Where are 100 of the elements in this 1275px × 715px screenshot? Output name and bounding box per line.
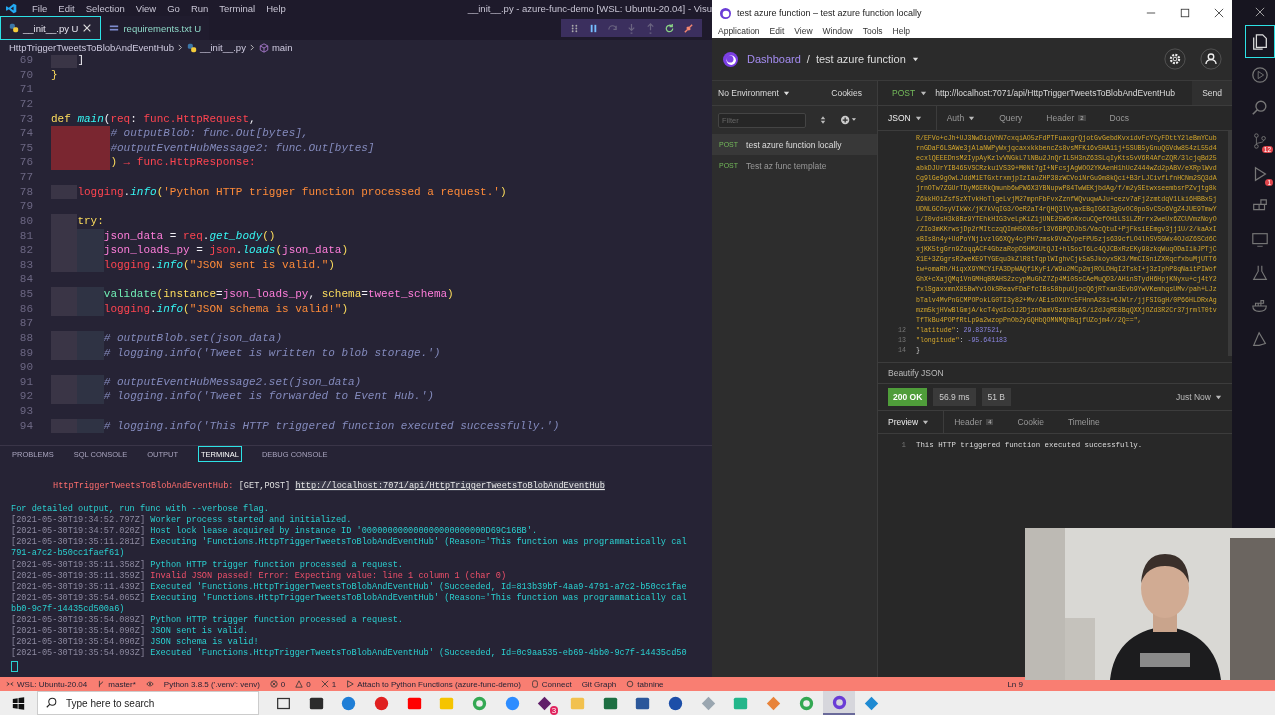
debug-icon: [346, 680, 355, 688]
time-badge: 56.9 ms: [933, 388, 976, 406]
add-icon[interactable]: [840, 115, 857, 125]
close-icon[interactable]: [1214, 8, 1224, 18]
menu-item[interactable]: Terminal: [219, 2, 256, 14]
window-title: test azure function – test azure function locally: [737, 8, 922, 18]
menu-item[interactable]: Help: [892, 26, 911, 36]
code-line: try:: [51, 213, 104, 229]
pause-icon[interactable]: [588, 22, 599, 34]
menu-item[interactable]: Selection: [85, 2, 125, 14]
menu-item[interactable]: Window: [822, 26, 853, 36]
status-item[interactable]: tabnine: [626, 679, 664, 689]
menu-item[interactable]: View: [135, 2, 157, 14]
code-line: validate(instance=json_loads_py, schema=tweet_schema): [51, 287, 454, 302]
status-item[interactable]: WSL: Ubuntu-20.04: [6, 679, 88, 689]
breadcrumb[interactable]: HttpTriggerTweetsToBlobAndEventHub: [9, 42, 174, 53]
code-line: logging.info("JSON sent is valid."): [51, 257, 335, 273]
line-number: 69: [18, 55, 34, 68]
log-message: Python HTTP trigger function processed a request.: [150, 615, 403, 626]
request-tab[interactable]: Auth: [936, 106, 990, 130]
response-tab[interactable]: Preview: [878, 411, 945, 433]
status-item[interactable]: Git Graph: [581, 679, 617, 689]
timestamp: [2021-05-30T19:35:54.065Z]: [11, 592, 146, 603]
search-field[interactable]: Type here to search: [37, 691, 259, 715]
beautify-button[interactable]: Beautify JSON: [888, 368, 944, 378]
workspace-name[interactable]: test azure function: [815, 53, 906, 65]
send-button[interactable]: Send: [1192, 81, 1232, 105]
line-number: 94: [18, 418, 34, 434]
response-tab[interactable]: Header $^{4}$: [944, 411, 1008, 433]
request-tab[interactable]: Query: [989, 106, 1037, 130]
editor-tab[interactable]: __init__.py U: [0, 16, 102, 40]
status-item[interactable]: [145, 680, 154, 688]
code-line: ) → func.HttpResponse:: [51, 155, 256, 170]
menu-item[interactable]: Edit: [769, 26, 785, 36]
request-tab[interactable]: Header $^{2}$: [1036, 106, 1100, 130]
line-number: 92: [18, 389, 34, 404]
timestamp: [2021-05-30T19:34:57.020Z]: [11, 526, 146, 537]
status-item[interactable]: 1: [320, 679, 337, 689]
restart-icon[interactable]: [664, 22, 675, 34]
start-icon[interactable]: [12, 696, 25, 710]
status-item[interactable]: 0: [269, 679, 286, 689]
python-icon: [9, 23, 19, 33]
timestamp: [2021-05-30T19:34:52.797Z]: [11, 515, 146, 526]
log-message: Executed 'Functions.HttpTriggerTweetsToBlobAndEventHub' (Succeeded, Id=0c9aa535-eb69-4bb0-9c7f-14435cd50: [150, 648, 687, 659]
chevron-icon: [248, 44, 256, 51]
maximize-icon[interactable]: [1180, 8, 1190, 18]
menu-item[interactable]: Help: [266, 2, 286, 14]
python-icon: [186, 42, 197, 53]
step-into-icon[interactable]: [626, 22, 637, 34]
flask-icon: [1251, 263, 1269, 282]
taskbar-button[interactable]: [822, 691, 856, 715]
caret-icon: [914, 114, 922, 122]
activity-item[interactable]: [1245, 25, 1275, 58]
cursor-position[interactable]: Ln 9: [1007, 679, 1023, 689]
breadcrumb[interactable]: __init__.py: [199, 42, 246, 53]
line-number: 87: [18, 316, 34, 331]
menu-item[interactable]: Go: [167, 2, 180, 14]
menu-item[interactable]: Run: [190, 2, 209, 14]
close-icon[interactable]: [1255, 7, 1265, 17]
code-line: logging.info('Python HTTP trigger function processed a request.'): [51, 184, 507, 200]
run-icon: [1251, 65, 1269, 84]
method-dropdown[interactable]: POST: [878, 88, 936, 98]
window-title: __init__.py - azure-func-demo [WSL: Ubuntu-20.04] - Visu: [467, 2, 712, 14]
history-dropdown[interactable]: Just Now: [1176, 392, 1222, 402]
line-number: 89: [18, 345, 34, 361]
disconnect-icon[interactable]: [683, 22, 694, 34]
dashboard-link[interactable]: Dashboard: [747, 53, 801, 65]
request-tab[interactable]: JSON: [878, 106, 937, 130]
settings-icon[interactable]: [1164, 48, 1186, 70]
task-view-icon: [275, 695, 291, 711]
breadcrumb[interactable]: main: [271, 42, 293, 53]
grip-icon[interactable]: [569, 22, 580, 34]
taskbar-button[interactable]: 3: [528, 691, 562, 715]
menu-item[interactable]: File: [32, 2, 48, 14]
menu-item[interactable]: Application: [718, 26, 760, 36]
response-tab[interactable]: Timeline: [1057, 411, 1114, 433]
line-number: 70: [18, 67, 34, 83]
caret-icon: [782, 89, 790, 97]
sort-icon[interactable]: [820, 115, 826, 125]
line-number: 86: [18, 301, 34, 317]
status-item[interactable]: Python 3.8.5 ('.venv': venv): [163, 679, 260, 689]
status-item[interactable]: master*: [97, 679, 136, 689]
request-tab[interactable]: Docs: [1099, 106, 1143, 130]
url-link[interactable]: http://localhost:7071/api/HttpTriggerTweetsToBlobAndEventHub: [295, 481, 605, 491]
menu-item[interactable]: Tools: [862, 26, 883, 36]
status-item[interactable]: Connect: [530, 679, 572, 689]
caret-icon: [1215, 393, 1222, 401]
status-item[interactable]: 0: [295, 679, 311, 689]
environment-dropdown[interactable]: No Environment: [718, 88, 790, 98]
status-item[interactable]: Attach to Python Functions (azure-func-demo): [346, 679, 521, 689]
url-field[interactable]: http://localhost:7071/api/HttpTriggerTweetsToBlobAndEventHub: [935, 88, 1193, 98]
menu-item[interactable]: View: [794, 26, 813, 36]
cookies-button[interactable]: Cookies: [831, 88, 862, 98]
response-tab[interactable]: Cookie: [1007, 411, 1058, 433]
caret-icon[interactable]: [911, 55, 919, 63]
text-cursor: [11, 661, 18, 673]
menu-item[interactable]: Edit: [58, 2, 75, 14]
account-icon[interactable]: [1200, 48, 1222, 70]
line-number: 93: [18, 404, 34, 419]
step-out-icon[interactable]: [645, 22, 656, 34]
